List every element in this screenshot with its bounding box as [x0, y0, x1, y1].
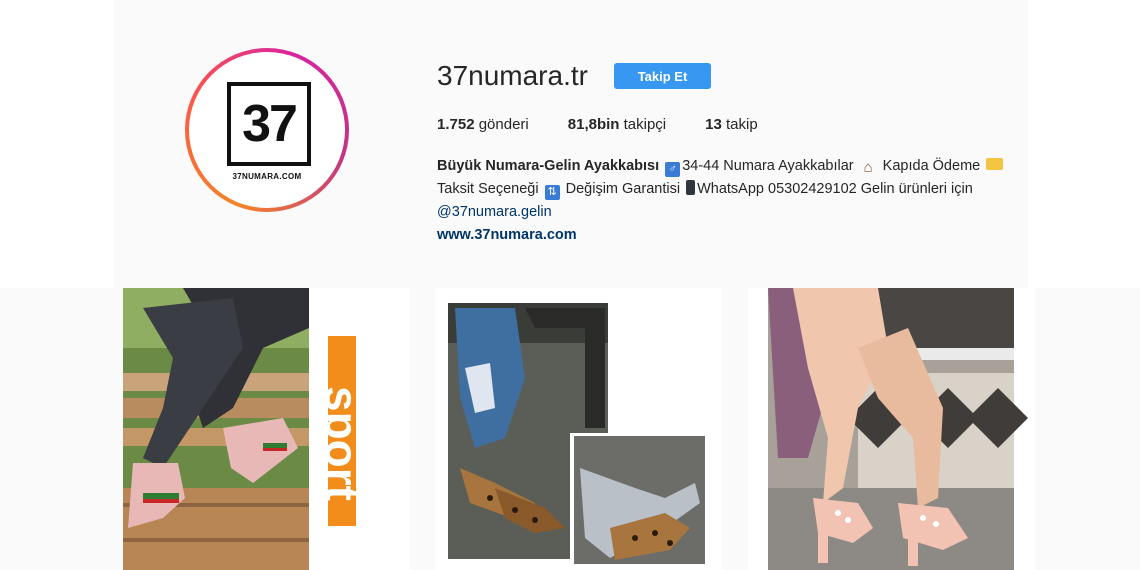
mobile-phone-icon	[686, 180, 696, 195]
bio-mention-link[interactable]: @37numara.gelin	[437, 204, 552, 220]
bio-whatsapp: WhatsApp 05302429102 Gelin ürünleri için	[697, 181, 973, 197]
following-stat[interactable]: 13 takip	[705, 116, 758, 133]
bio-name: Büyük Numara-Gelin Ayakkabısı	[437, 158, 660, 174]
post-overlay-text: sport	[316, 386, 368, 501]
website-link[interactable]: www.37numara.com	[437, 227, 577, 243]
posts-count: 1.752	[437, 116, 475, 133]
following-label: takip	[726, 116, 758, 133]
bio-sizes: 34-44 Numara Ayakkabılar	[682, 158, 854, 174]
follow-button[interactable]: Takip Et	[614, 63, 711, 89]
profile-username: 37numara.tr	[437, 60, 588, 91]
bio-line-2: Taksit Seçeneği ⇅ Değişim Garantisi What…	[437, 178, 1037, 201]
followers-label: takipçi	[623, 116, 667, 133]
arrows-icon: ⇅	[544, 185, 560, 200]
avatar-inner: 37 37NUMARA.COM	[189, 52, 345, 208]
profile-bio: Büyük Numara-Gelin Ayakkabısı ♂ 34-44 Num…	[437, 155, 1037, 247]
following-count: 13	[705, 116, 722, 133]
bio-line-3: @37numara.gelin	[437, 201, 1037, 224]
post-image-pearl-sandals	[748, 288, 1035, 570]
logo-number: 37	[242, 95, 298, 153]
bio-exchange: Değişim Garantisi	[565, 181, 681, 197]
profile-stats: 1.752 gönderi 81,8bin takipçi 13 takip	[437, 116, 797, 133]
post-image-leopard-flats	[435, 288, 722, 570]
posts-stat: 1.752 gönderi	[437, 116, 529, 133]
post-image-sneakers: sport	[123, 288, 410, 570]
followers-count: 81,8bin	[567, 116, 620, 133]
bio-line-4: www.37numara.com	[437, 224, 1037, 247]
followers-stat[interactable]: 81,8bin takipçi	[568, 116, 666, 133]
post-thumbnail-1[interactable]: sport	[123, 288, 410, 570]
credit-card-icon	[986, 158, 1004, 170]
posts-label: gönderi	[478, 116, 529, 133]
restroom-icon: ♂	[665, 162, 681, 177]
bio-payment: Kapıda Ödeme	[882, 158, 981, 174]
profile-avatar[interactable]: 37 37NUMARA.COM	[185, 48, 349, 212]
brand-logo: 37	[227, 82, 311, 166]
logo-caption: 37NUMARA.COM	[232, 172, 302, 181]
posts-grid: sport	[0, 288, 1140, 570]
post-thumbnail-2[interactable]	[435, 288, 722, 570]
bio-installment: Taksit Seçeneği	[437, 181, 539, 197]
post-thumbnail-3[interactable]	[748, 288, 1035, 570]
house-icon: ⌂	[863, 159, 873, 176]
bio-line-1: Büyük Numara-Gelin Ayakkabısı ♂ 34-44 Num…	[437, 155, 1037, 178]
